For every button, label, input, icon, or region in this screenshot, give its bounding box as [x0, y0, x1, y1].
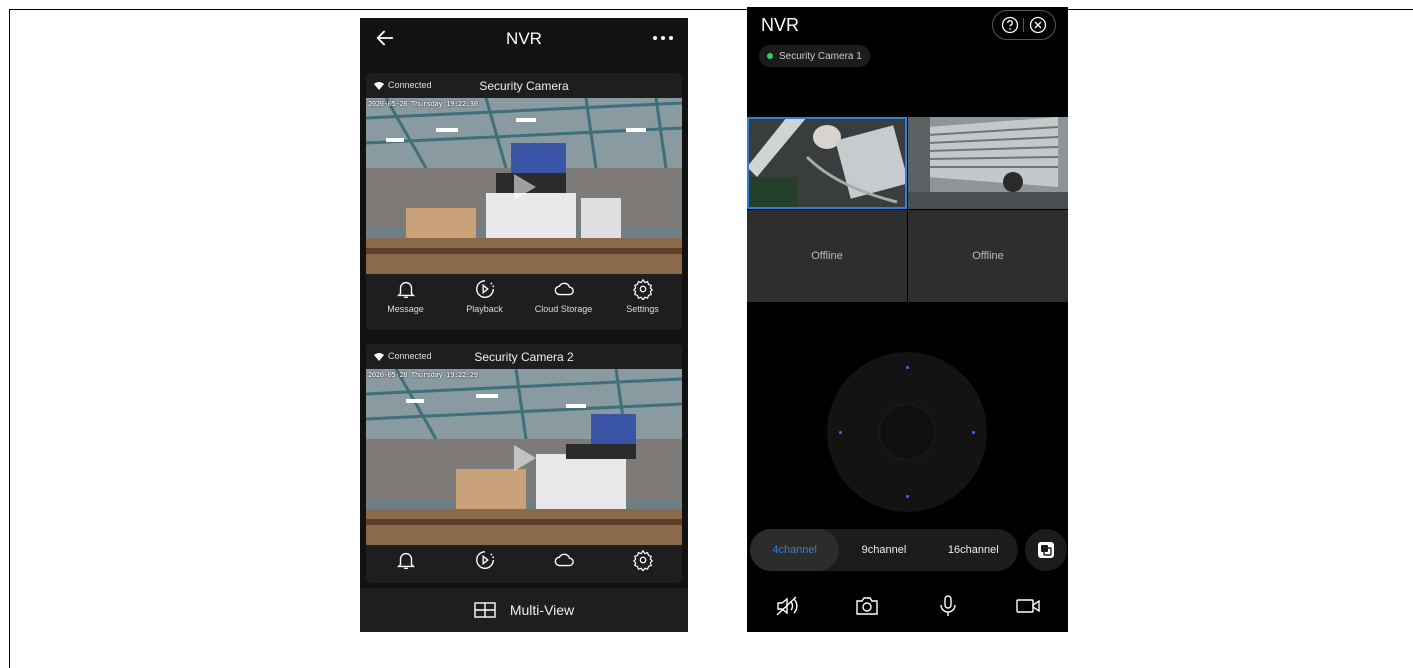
mute-icon[interactable]	[774, 595, 800, 617]
channel-option-9[interactable]: 9channel	[839, 529, 928, 571]
video-record-icon[interactable]	[1015, 595, 1041, 617]
playback-icon	[475, 551, 494, 569]
left-indicator	[839, 431, 842, 434]
ptz-joystick[interactable]	[827, 352, 987, 512]
cloud-storage-button[interactable]: Cloud Storage	[524, 278, 603, 314]
playback-icon	[475, 280, 494, 298]
camera-card: Connected Security Camera 2020-05-28 Thu…	[366, 73, 682, 330]
page-title: NVR	[506, 29, 542, 48]
camera-snapshot-icon[interactable]	[854, 595, 880, 617]
play-icon[interactable]	[504, 439, 542, 477]
page-title: NVR	[761, 15, 800, 35]
layout-toggle-icon	[1038, 542, 1054, 558]
multi-view-button[interactable]: Multi-View	[360, 588, 688, 632]
settings-button[interactable]	[603, 549, 682, 571]
status-label: Connected	[388, 80, 432, 90]
offline-label: Offline	[972, 250, 1004, 262]
up-indicator	[906, 366, 909, 369]
chip-label: Security Camera 1	[779, 50, 862, 62]
timestamp-overlay: 2020-05-28 Thursday 19:22:29	[368, 371, 478, 379]
gear-icon	[632, 278, 653, 300]
camera-actions: Message Playback Cloud Storage Settings	[366, 278, 682, 314]
gear-icon	[632, 549, 653, 571]
camera-actions	[366, 549, 682, 571]
channel-tile-3[interactable]: Offline	[747, 210, 907, 302]
camera-card: Connected Security Camera 2 2020-05-28 T…	[366, 344, 682, 583]
camera-live-feed[interactable]: 2020-05-28 Thursday 19:22:30	[366, 98, 682, 274]
right-indicator	[972, 431, 975, 434]
close-icon[interactable]	[1029, 16, 1047, 34]
connection-status: Connected	[374, 80, 432, 90]
channel-option-16[interactable]: 16channel	[929, 529, 1018, 571]
back-arrow-icon[interactable]	[374, 27, 396, 49]
settings-label: Settings	[626, 304, 659, 314]
online-indicator	[767, 53, 773, 59]
top-bar: NVR	[360, 18, 688, 60]
grid-icon	[474, 602, 496, 618]
camera-card-header: Connected Security Camera 2	[366, 344, 682, 369]
message-button[interactable]	[366, 549, 445, 571]
channel-tile-1[interactable]	[747, 117, 907, 209]
cloud-storage-button[interactable]	[524, 549, 603, 571]
bell-icon	[396, 552, 415, 569]
joystick-knob[interactable]	[879, 404, 935, 460]
camera-feed-image	[908, 117, 1068, 209]
divider	[1023, 18, 1025, 32]
timestamp-overlay: 2020-05-28 Thursday 19:22:30	[368, 100, 478, 108]
channel-grid: Offline Offline	[747, 117, 1068, 302]
status-label: Connected	[388, 351, 432, 361]
down-indicator	[906, 495, 909, 498]
wifi-icon	[374, 352, 384, 361]
bell-icon	[396, 281, 415, 298]
selected-camera-chip[interactable]: Security Camera 1	[759, 45, 870, 67]
message-label: Message	[387, 304, 424, 314]
screenshot-frame	[9, 9, 1413, 668]
settings-button[interactable]: Settings	[603, 278, 682, 314]
cloud-icon	[554, 553, 574, 567]
more-options-icon[interactable]	[650, 27, 676, 49]
connection-status: Connected	[374, 351, 432, 361]
channel-tile-4[interactable]: Offline	[908, 210, 1068, 302]
channel-layout-selector: 4channel 9channel 16channel	[750, 529, 1018, 571]
nvr-device-list-screen: NVR Connected Security Camera 2020-05-28…	[360, 18, 688, 632]
play-icon[interactable]	[504, 168, 542, 206]
offline-label: Offline	[811, 250, 843, 262]
multi-view-label: Multi-View	[509, 602, 575, 618]
nvr-multiview-screen: NVR Security Camera 1 Offline Offline 4c…	[747, 7, 1068, 632]
cloud-icon	[554, 282, 574, 296]
playback-button[interactable]	[445, 549, 524, 571]
cloud-storage-label: Cloud Storage	[534, 304, 593, 314]
camera-feed-image	[747, 117, 907, 209]
camera-live-feed[interactable]: 2020-05-28 Thursday 19:22:29	[366, 369, 682, 545]
message-button[interactable]: Message	[366, 278, 445, 314]
camera-card-header: Connected Security Camera	[366, 73, 682, 98]
playback-label: Playback	[466, 304, 503, 314]
wifi-icon	[374, 81, 384, 90]
help-icon[interactable]	[1001, 16, 1019, 34]
channel-tile-2[interactable]	[908, 117, 1068, 209]
channel-option-4[interactable]: 4channel	[750, 529, 840, 571]
header-actions	[992, 10, 1056, 40]
microphone-icon[interactable]	[935, 595, 961, 617]
playback-button[interactable]: Playback	[445, 278, 524, 314]
bottom-toolbar	[747, 587, 1068, 625]
fullscreen-layout-button[interactable]	[1025, 529, 1067, 571]
